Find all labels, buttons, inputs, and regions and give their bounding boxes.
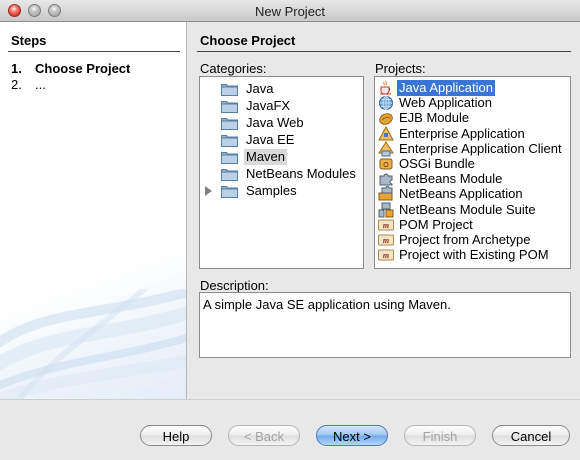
category-item-netbeans-modules[interactable]: NetBeans Modules <box>200 166 363 182</box>
description-label: Description: <box>200 278 269 293</box>
choose-project-divider <box>197 51 571 52</box>
projects-list[interactable]: Java Application Web Application EJB Modul… <box>374 76 571 269</box>
description-text-area[interactable]: A simple Java SE application using Maven… <box>199 292 571 358</box>
project-item-osgi-bundle[interactable]: O OSGi Bundle <box>375 156 570 172</box>
project-label: Enterprise Application Client <box>399 140 562 156</box>
category-label: JavaFX <box>246 98 291 113</box>
folder-icon <box>221 82 238 96</box>
category-label: Java <box>246 81 274 96</box>
category-label: Java EE <box>246 132 295 147</box>
step-label: Choose Project <box>35 61 131 76</box>
category-label: Samples <box>246 183 297 198</box>
steps-heading: Steps <box>11 33 47 48</box>
category-item-java[interactable]: Java <box>200 81 363 97</box>
folder-icon <box>221 99 238 113</box>
finish-button[interactable]: Finish <box>404 425 476 446</box>
project-label: Project with Existing POM <box>399 247 549 263</box>
categories-tree[interactable]: Java JavaFX Java Web Java EE Maven NetBeans M… <box>199 76 364 269</box>
step-item: 1. Choose Project <box>11 61 130 76</box>
folder-icon <box>221 150 238 164</box>
help-button[interactable]: Help <box>140 425 212 446</box>
puzzle-group-icon <box>378 202 394 218</box>
project-label: POM Project <box>399 216 473 232</box>
enterprise-triangle-icon <box>378 125 394 142</box>
project-label: NetBeans Application <box>399 186 523 202</box>
step-number: 1. <box>11 61 22 76</box>
java-cup-icon <box>378 80 394 96</box>
category-label: Maven <box>244 149 288 165</box>
folder-icon <box>221 167 238 181</box>
project-item-pom-project[interactable]: m POM Project <box>375 217 570 233</box>
disclosure-triangle-icon[interactable] <box>205 186 212 196</box>
project-item-java-application[interactable]: Java Application <box>375 80 570 96</box>
window-title: New Project <box>254 4 326 19</box>
osgi-icon: O <box>378 156 394 172</box>
svg-text:m: m <box>383 251 389 260</box>
project-label: NetBeans Module <box>399 171 503 187</box>
category-label: NetBeans Modules <box>246 166 356 181</box>
project-item-netbeans-module-suite[interactable]: NetBeans Module Suite <box>375 202 570 218</box>
category-item-maven[interactable]: Maven <box>200 149 363 165</box>
project-item-web-application[interactable]: Web Application <box>375 95 570 111</box>
svg-text:O: O <box>383 162 389 169</box>
project-label: Web Application <box>399 95 492 111</box>
step-item: 2.... <box>11 77 46 92</box>
svg-text:m: m <box>383 236 389 245</box>
project-label: Enterprise Application <box>399 125 525 141</box>
button-bar-divider <box>0 399 580 400</box>
enterprise-client-icon <box>378 140 394 157</box>
decorative-swirl-graphic <box>0 289 186 399</box>
projects-label: Projects: <box>375 61 426 76</box>
maven-icon: m <box>378 232 394 248</box>
cancel-button[interactable]: Cancel <box>492 425 570 446</box>
category-item-java-ee[interactable]: Java EE <box>200 132 363 148</box>
category-item-javafx[interactable]: JavaFX <box>200 98 363 114</box>
globe-icon <box>378 95 394 111</box>
project-item-ejb-module[interactable]: EJB Module <box>375 110 570 126</box>
choose-project-heading: Choose Project <box>200 33 296 48</box>
project-item-enterprise-application-client[interactable]: Enterprise Application Client <box>375 141 570 157</box>
project-label: OSGi Bundle <box>399 156 475 171</box>
steps-panel: Steps 1. Choose Project 2.... <box>0 22 187 399</box>
step-number: 2. <box>11 77 22 92</box>
next-button[interactable]: Next > <box>316 425 388 446</box>
project-item-netbeans-application[interactable]: NetBeans Application <box>375 186 570 202</box>
project-item-project-with-existing-pom[interactable]: m Project with Existing POM <box>375 247 570 263</box>
bean-icon <box>378 110 394 126</box>
project-label: Java Application <box>397 80 495 96</box>
project-label: EJB Module <box>399 110 470 126</box>
title-bar: New Project <box>0 0 580 22</box>
project-item-netbeans-module[interactable]: NetBeans Module <box>375 171 570 187</box>
steps-divider <box>8 51 180 52</box>
project-item-project-from-archetype[interactable]: m Project from Archetype <box>375 232 570 248</box>
category-item-samples[interactable]: Samples <box>200 183 363 199</box>
category-label: Java Web <box>246 115 304 130</box>
svg-text:m: m <box>383 221 389 230</box>
puzzle-stack-icon <box>378 186 394 202</box>
project-label: Project from Archetype <box>399 232 531 247</box>
folder-icon <box>221 133 238 147</box>
maven-icon: m <box>378 247 394 263</box>
category-item-java-web[interactable]: Java Web <box>200 115 363 131</box>
folder-icon <box>221 116 238 130</box>
back-button[interactable]: < Back <box>228 425 300 446</box>
project-label: NetBeans Module Suite <box>399 201 536 217</box>
categories-label: Categories: <box>200 61 267 76</box>
puzzle-icon <box>378 171 394 187</box>
maven-icon: m <box>378 217 394 233</box>
step-label: ... <box>35 77 46 92</box>
folder-icon <box>221 184 238 198</box>
project-item-enterprise-application[interactable]: Enterprise Application <box>375 125 570 142</box>
